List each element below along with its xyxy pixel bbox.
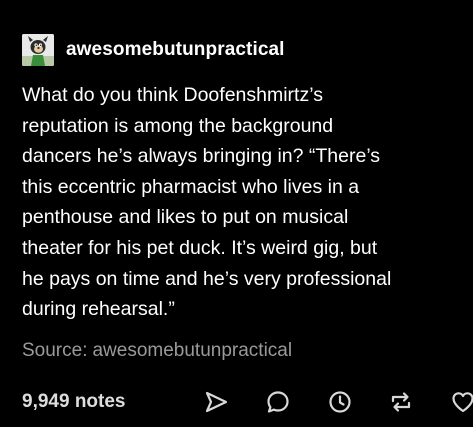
post-actions [202,384,473,420]
post-header: awesomebutunpractical [22,34,285,66]
reblog-icon [392,392,411,412]
clock-icon [328,391,351,413]
share-icon [205,391,228,413]
post-body-line: this eccentric pharmacist who lives in a [22,175,360,198]
post-footer: 9,949 notes [22,384,473,420]
source-link[interactable]: awesomebutunpractical [92,340,292,362]
avatar[interactable] [22,34,54,66]
post-author[interactable]: awesomebutunpractical [66,39,285,61]
post-body-line: reputation is among the background [22,114,334,137]
reply-icon [267,391,289,413]
post-body-line: penthouse and likes to put on musical [22,206,349,229]
post: awesomebutunpractical What do you think … [0,0,473,427]
post-body-line: dancers he’s always bringing in? “There’… [22,145,381,168]
notes-count[interactable]: 9,949 notes [22,391,126,413]
like-button[interactable] [449,388,473,416]
source-label: Source: [22,340,88,361]
post-body: What do you think Doofenshmirtz’s reputa… [22,80,454,325]
post-body-line: theater for his pet duck. It’s weird gig… [22,236,378,259]
post-body-line: What do you think Doofenshmirtz’s [22,84,323,106]
cartoon-character-avatar-icon [22,34,54,66]
reblog-button[interactable] [387,388,415,416]
reply-button[interactable] [264,388,292,416]
heart-icon [452,392,473,413]
post-body-line: during rehearsal.” [22,298,175,321]
post-source: Source: awesomebutunpractical [22,340,292,362]
share-button[interactable] [202,388,230,416]
queue-button[interactable] [326,388,354,416]
post-body-line: he pays on time and he’s very profession… [22,267,392,290]
